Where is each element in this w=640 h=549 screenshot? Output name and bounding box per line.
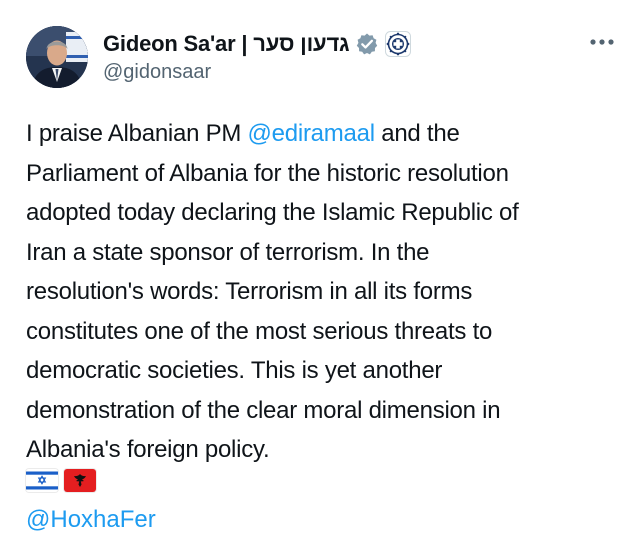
author-name-row: Gideon Sa'ar | גדעון סער [103, 30, 412, 58]
tweet-line: constitutes one of the most serious thre… [26, 317, 493, 345]
tweet-line: Parliament of Albania for the historic r… [26, 159, 509, 187]
tweet-text-segment: and the [374, 120, 460, 147]
footer-mention-link[interactable]: @HoxhaFer [26, 505, 156, 535]
tweet-line: resolution's words: Terrorism in all its… [26, 278, 473, 305]
author-display-name[interactable]: Gideon Sa'ar | גדעון סער [103, 31, 350, 57]
israel-flag-icon [26, 469, 58, 492]
avatar-photo [26, 26, 88, 88]
tweet-line: demonstration of the clear moral dimensi… [26, 396, 501, 424]
tweet-line: adopted today declaring the Islamic Repu… [26, 199, 519, 226]
flag-emojis [26, 469, 96, 492]
more-options-button[interactable] [582, 28, 622, 56]
tweet-line: democratic societies. This is yet anothe… [26, 357, 443, 384]
tweet-line: Iran a state sponsor of terrorism. In th… [26, 238, 430, 266]
mention-link[interactable]: @ediramaal [248, 120, 376, 147]
government-seal-icon[interactable] [385, 31, 412, 57]
albania-flag-icon [64, 469, 96, 492]
tweet-card: Gideon Sa'ar | גדעון סער @gidonsaar I pr… [0, 0, 640, 549]
tweet-text-segment: I praise Albanian PM [26, 120, 248, 147]
verified-gray-checkmark-icon[interactable] [355, 32, 379, 56]
author-handle[interactable]: @gidonsaar [103, 61, 211, 84]
tweet-text: I praise Albanian PM @ediramaal and the … [26, 114, 618, 470]
more-horizontal-icon [590, 39, 614, 45]
tweet-line: Albania's foreign policy. [26, 436, 270, 463]
avatar[interactable] [26, 26, 88, 88]
tweet-line: I praise Albanian PM @ediramaal and the [26, 114, 618, 154]
